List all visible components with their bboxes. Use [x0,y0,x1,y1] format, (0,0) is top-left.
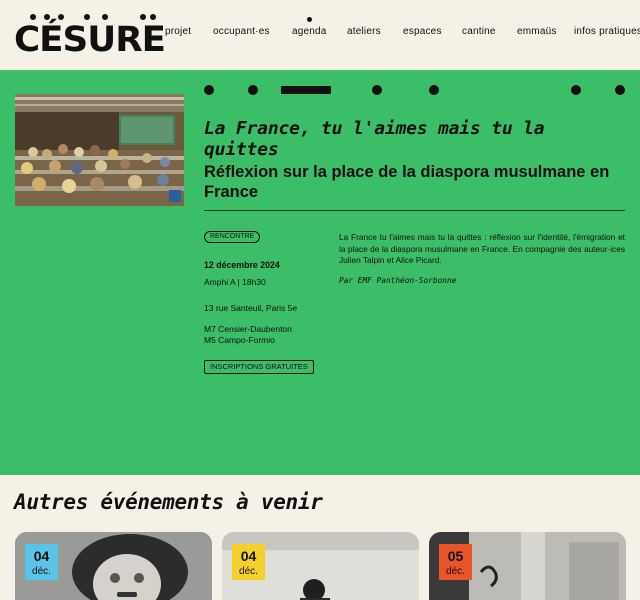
logo-wordmark: CÉSURE [14,20,166,60]
nav-link-ateliers[interactable]: ateliers [347,26,381,37]
event-metro-line-7: M7 Censier-Daubenton [204,324,292,334]
event-card-date-badge: 04 déc. [232,544,265,580]
nav-link-emmaus[interactable]: emmaüs [517,26,557,37]
event-category-badge: RENCONTRE [204,231,261,243]
upcoming-events-heading: Autres événements à venir [14,490,323,514]
active-nav-indicator [307,17,312,22]
nav-link-cantine[interactable]: cantine [462,26,496,37]
event-organizer: Par EMF Panthéon-Sorbonne [339,276,457,285]
event-date: 12 décembre 2024 [204,260,280,270]
event-subtitle: Réflexion sur la place de la diaspora mu… [204,163,610,201]
event-card[interactable]: 04 déc. [222,532,419,600]
nav-link-occupantes[interactable]: occupant·es [213,26,270,37]
event-description: La France tu l'aimes mais tu la quittes … [339,232,625,265]
event-room-time: Amphi A | 18h30 [204,277,266,287]
event-card-day: 04 [33,548,50,564]
site-header: CÉSURE projet occupant·es agenda atelier… [0,0,640,70]
event-photo [15,94,184,206]
event-card-month: déc. [446,566,465,577]
event-card[interactable]: 05 déc. [429,532,626,600]
event-card-month: déc. [32,566,51,577]
event-card-day: 04 [240,548,257,564]
event-card-date-badge: 05 déc. [439,544,472,580]
nav-link-infos-pratiques[interactable]: infos pratiques [574,26,640,37]
event-title: La France, tu l'aimes mais tu la quittes [204,118,545,160]
nav-link-agenda[interactable]: agenda [292,26,327,37]
site-logo[interactable]: CÉSURE [14,14,166,60]
event-address: 13 rue Santeuil, Paris 5e [204,303,298,313]
nav-link-projet[interactable]: projet [165,26,191,37]
nav-link-espaces[interactable]: espaces [403,26,442,37]
event-card-day: 05 [447,548,464,564]
registration-button[interactable]: INSCRIPTIONS GRATUITES [204,360,314,374]
event-metro-line-5: M5 Campo-Formio [204,335,275,345]
event-card-date-badge: 04 déc. [25,544,58,580]
event-card-month: déc. [239,566,258,577]
divider [204,210,625,211]
event-card[interactable]: 04 déc. [15,532,212,600]
event-hero: La France, tu l'aimes mais tu la quittes… [0,70,640,475]
